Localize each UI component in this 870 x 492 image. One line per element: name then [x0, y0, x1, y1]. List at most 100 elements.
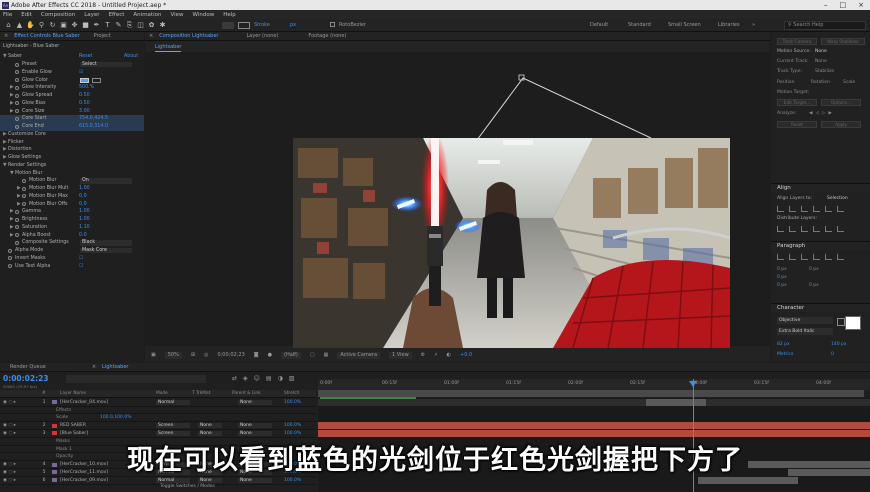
indent-left[interactable]: 0 px	[777, 267, 787, 272]
effect-property-row[interactable]: Enable Glow ☑	[0, 69, 144, 77]
current-track-value[interactable]: None	[815, 59, 827, 64]
layer-duration-bar[interactable]	[318, 406, 870, 414]
align-buttons[interactable]	[777, 206, 844, 212]
layer-property-value[interactable]: 100.0,100.0%	[100, 415, 131, 420]
space-after[interactable]: 0 px	[809, 283, 819, 288]
stopwatch-icon[interactable]	[15, 217, 19, 222]
stopwatch-icon[interactable]	[15, 78, 19, 83]
layer-duration-bar[interactable]	[646, 399, 706, 406]
frame-blending-icon[interactable]: ▤	[266, 375, 272, 382]
effect-property-value[interactable]: 1.00	[79, 217, 90, 222]
tab-effect-controls[interactable]: Effect Controls Blue Saber	[14, 33, 79, 39]
effect-property-row[interactable]: Preset Select	[0, 61, 144, 69]
menu-composition[interactable]: Composition	[41, 12, 75, 18]
layer-duration-bar[interactable]	[698, 477, 798, 484]
layer-label-color[interactable]	[52, 400, 57, 405]
layer-trkmat-dropdown[interactable]: None	[198, 422, 222, 429]
tab-project[interactable]: Project	[94, 33, 111, 39]
effect-property-value[interactable]: Reset	[79, 54, 92, 59]
workspace-menu-icon[interactable]: »	[752, 22, 755, 28]
toggle-pixel-aspect-icon[interactable]: ⚙	[421, 352, 425, 358]
effect-property-row[interactable]: Alpha Mode Mask Core	[0, 247, 144, 255]
layer-parent-dropdown[interactable]: None	[238, 477, 272, 483]
workspace-libraries[interactable]: Libraries	[718, 22, 740, 28]
layer-visibility-icon[interactable]: ◉ ◌ ▸	[3, 400, 16, 405]
fast-previews-icon[interactable]: ⚡	[434, 352, 438, 358]
option-scale[interactable]: Scale	[843, 80, 855, 85]
layer-label-color[interactable]	[52, 478, 57, 483]
type-tool-icon[interactable]: T	[103, 21, 112, 30]
effect-property-row[interactable]: Core End 615.0,314.0	[0, 122, 144, 131]
effect-property-value[interactable]: 1.10	[79, 225, 90, 230]
layer-duration-bar[interactable]	[318, 430, 870, 438]
effect-property-row[interactable]: ▶ Glow Intensity 500.%	[0, 84, 144, 92]
exposure-value[interactable]: +0.0	[460, 352, 472, 358]
leading[interactable]: 140 px	[831, 342, 847, 347]
menu-layer[interactable]: Layer	[84, 12, 99, 18]
effect-property-value[interactable]: 0.0	[79, 202, 87, 207]
roto-brush-tool-icon[interactable]: ✿	[147, 21, 156, 30]
viewer-timecode[interactable]: 0;00;02;23	[217, 352, 244, 358]
about-link[interactable]: About	[124, 54, 138, 59]
paragraph-align-buttons[interactable]	[777, 254, 844, 260]
effect-property-value[interactable]: 0.0	[79, 233, 87, 238]
clone-stamp-tool-icon[interactable]: ⎘	[125, 21, 134, 30]
effect-property-value[interactable]: 615.0,314.0	[79, 124, 108, 129]
font-family-dropdown[interactable]: Objective	[777, 317, 833, 324]
stopwatch-icon[interactable]	[15, 93, 19, 98]
effect-property-row[interactable]: ▶ Saturation 1.10	[0, 224, 144, 232]
effect-property-dropdown[interactable]: Select	[80, 61, 132, 68]
eyedropper-icon[interactable]	[92, 77, 101, 83]
indent-first[interactable]: 0 px	[777, 275, 787, 280]
color-channels-icon[interactable]: ●	[268, 352, 272, 358]
effect-property-value[interactable]: 3.00	[79, 109, 90, 114]
draft-3d-icon[interactable]: ◈	[243, 375, 248, 382]
eraser-tool-icon[interactable]: ◫	[136, 21, 145, 30]
effect-property-row[interactable]: ▶ Alpha Boost 0.0	[0, 231, 144, 239]
views-dropdown[interactable]: 1 View	[389, 351, 412, 359]
tab-composition[interactable]: Composition Lightsaber	[159, 33, 218, 39]
shy-layers-icon[interactable]: ☺	[254, 375, 260, 382]
effect-property-row[interactable]: Use Text Alpha ☐	[0, 262, 144, 270]
paragraph-panel-title[interactable]: Paragraph	[771, 241, 870, 250]
camera-dropdown[interactable]: Active Camera	[337, 351, 381, 359]
stroke-size[interactable]: px	[290, 22, 296, 28]
hand-tool-icon[interactable]: ✋	[26, 21, 35, 30]
layer-mode-dropdown[interactable]: Screen	[156, 422, 190, 429]
home-icon[interactable]: ⌂	[4, 21, 13, 30]
effect-property-row[interactable]: ▼ Motion Blur	[0, 169, 144, 177]
apply-button[interactable]: Apply	[821, 121, 861, 128]
eyedropper-icon[interactable]	[837, 318, 845, 326]
effect-property-row[interactable]: ▶ Core Size 3.00	[0, 107, 144, 115]
fill-swatch[interactable]	[222, 22, 234, 29]
effect-property-dropdown[interactable]: Mask Core	[80, 247, 132, 254]
stopwatch-icon[interactable]	[22, 186, 26, 191]
effect-property-row[interactable]: ▶ Flicker	[0, 138, 144, 146]
current-time-indicator-head[interactable]	[689, 381, 697, 387]
stopwatch-icon[interactable]	[8, 256, 12, 261]
effect-property-row[interactable]: ▶ Motion Blur Max 0.0	[0, 193, 144, 201]
minimize-icon[interactable]: –	[824, 1, 828, 9]
layer-name[interactable]: [HerCracker_04.mov]	[60, 400, 108, 405]
menu-window[interactable]: Window	[193, 12, 215, 18]
effect-property-value[interactable]: 1.00	[79, 209, 90, 214]
layer-parent-dropdown[interactable]: None	[238, 399, 272, 405]
stopwatch-icon[interactable]	[8, 248, 12, 253]
tab-layer[interactable]: Layer (none)	[246, 33, 278, 39]
pen-tool-icon[interactable]: ✒	[92, 21, 101, 30]
stopwatch-icon[interactable]	[15, 116, 19, 121]
track-camera-button[interactable]: Track Camera	[777, 38, 817, 45]
close-icon[interactable]: ×	[858, 1, 864, 9]
layer-stretch-value[interactable]: 100.0%	[284, 431, 301, 436]
stopwatch-icon[interactable]	[15, 70, 19, 75]
menu-effect[interactable]: Effect	[109, 12, 125, 18]
mask-visibility-icon[interactable]: ◎	[204, 352, 208, 358]
layer-mode-dropdown[interactable]: Normal	[156, 477, 190, 483]
effect-property-row[interactable]: ▶ Glow Bias 0.50	[0, 100, 144, 108]
stopwatch-icon[interactable]	[15, 240, 19, 245]
composition-breadcrumb[interactable]: Lightsaber	[155, 44, 182, 52]
layer-name[interactable]: [Blue Saber]	[60, 431, 88, 436]
work-area-bar[interactable]	[318, 390, 864, 397]
effect-property-row[interactable]: ▶ Glow Spread 0.50	[0, 92, 144, 100]
workspace-small-screen[interactable]: Small Screen	[668, 22, 701, 28]
